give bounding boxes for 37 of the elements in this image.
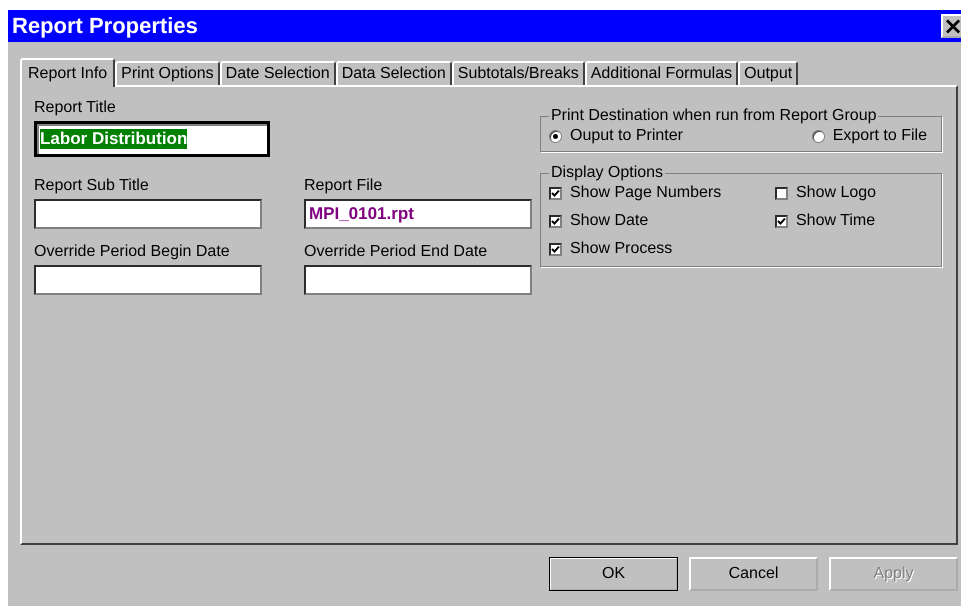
dialog-button[interactable]: OK — [549, 557, 678, 591]
text-field[interactable] — [304, 265, 532, 295]
radio-label: Ouput to Printer — [570, 127, 683, 145]
radio-button[interactable] — [812, 130, 825, 142]
checkbox[interactable] — [775, 186, 788, 200]
close-button[interactable]: × — [941, 14, 961, 38]
radio-button[interactable] — [549, 130, 562, 142]
text-field[interactable] — [34, 199, 262, 229]
field-label: Report Sub Title — [34, 177, 150, 195]
radio-label: Export to File — [832, 127, 927, 145]
tab[interactable]: Additional Formulas — [584, 61, 738, 85]
field-label: Report Title — [34, 99, 117, 117]
text-field[interactable]: MPI_0101.rpt — [304, 199, 532, 229]
checkbox-label: Show Process — [570, 240, 672, 258]
checkbox[interactable] — [549, 186, 562, 200]
tab[interactable]: Print Options — [115, 61, 220, 85]
checkbox-label: Show Page Numbers — [570, 184, 722, 202]
text-field[interactable] — [34, 265, 262, 295]
checkbox-label: Show Time — [796, 212, 876, 230]
checkbox-label: Show Date — [570, 212, 648, 230]
checkbox-label: Show Logo — [796, 184, 876, 202]
checkbox[interactable] — [775, 214, 788, 228]
group-title: Print Destination when run from Report Group — [550, 107, 878, 125]
group-title: Display Options — [550, 164, 664, 182]
tab[interactable]: Output — [738, 61, 798, 85]
tab[interactable]: Data Selection — [336, 61, 452, 85]
checkbox[interactable] — [549, 214, 562, 228]
dialog-button[interactable]: Cancel — [689, 557, 818, 591]
field-label: Override Period End Date — [304, 243, 488, 261]
tab[interactable]: Date Selection — [220, 61, 336, 85]
tab[interactable]: Report Info — [20, 58, 116, 87]
text-field[interactable]: Labor Distribution — [34, 121, 270, 157]
tab[interactable]: Subtotals/Breaks — [452, 61, 585, 85]
field-label: Report File — [304, 177, 384, 195]
window-title: Report Properties — [12, 13, 198, 39]
checkbox[interactable] — [549, 242, 562, 256]
field-label: Override Period Begin Date — [34, 243, 231, 261]
